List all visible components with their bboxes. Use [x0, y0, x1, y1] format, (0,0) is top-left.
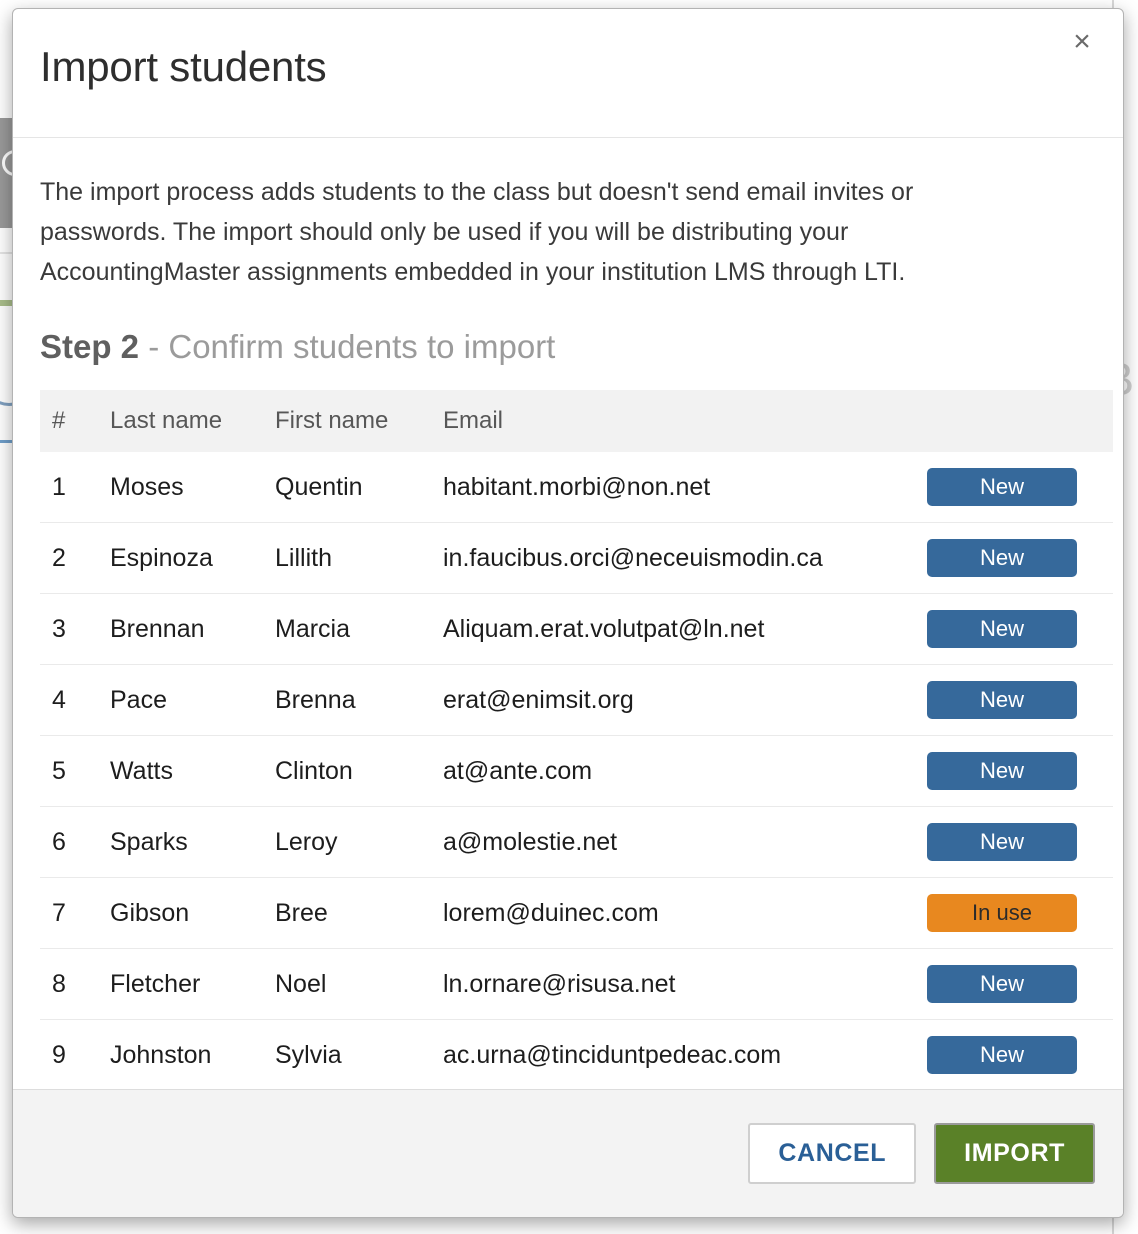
step-description: - Confirm students to import: [139, 328, 556, 365]
cell-email: at@ante.com: [443, 735, 913, 807]
table-row: 5 Watts Clinton at@ante.com New: [40, 735, 1113, 807]
table-row: 7 Gibson Bree lorem@duinec.com In use: [40, 877, 1113, 949]
table-row: 6 Sparks Leroy a@molestie.net New: [40, 806, 1113, 878]
cell-num: 8: [40, 948, 110, 1020]
modal-footer: CANCEL IMPORT: [13, 1089, 1123, 1217]
cell-last: Moses: [110, 452, 275, 523]
status-badge[interactable]: New: [927, 610, 1077, 648]
cell-last: Fletcher: [110, 948, 275, 1020]
table-row: 1 Moses Quentin habitant.morbi@non.net New: [40, 452, 1113, 523]
page-title: Import students: [40, 43, 327, 90]
cell-first: Quentin: [275, 452, 443, 523]
status-badge[interactable]: In use: [927, 894, 1077, 932]
cell-num: 5: [40, 735, 110, 807]
table-body: 1 Moses Quentin habitant.morbi@non.net New 2 E…: [40, 452, 1113, 1089]
table-row: 3 Brennan Marcia Aliquam.erat.volutpat@ln.n…: [40, 593, 1113, 665]
column-header-status: [913, 390, 1113, 452]
cell-last: Johnston: [110, 1019, 275, 1089]
import-students-modal: Import students × The import process add…: [12, 8, 1124, 1218]
intro-paragraph: The import process adds students to the …: [40, 178, 914, 286]
step-number: Step 2: [40, 328, 140, 365]
cell-num: 2: [40, 522, 110, 594]
cell-first: Sylvia: [275, 1019, 443, 1089]
cell-email: habitant.morbi@non.net: [443, 452, 913, 523]
cell-status: New: [913, 1019, 1113, 1089]
import-button[interactable]: IMPORT: [934, 1123, 1095, 1184]
table-header-row: # Last name First name Email: [40, 390, 1113, 452]
cell-first: Lillith: [275, 522, 443, 594]
status-badge[interactable]: New: [927, 681, 1077, 719]
cancel-button[interactable]: CANCEL: [748, 1123, 917, 1184]
table-row: 4 Pace Brenna erat@enimsit.org New: [40, 664, 1113, 736]
cell-email: erat@enimsit.org: [443, 664, 913, 736]
cell-status: New: [913, 948, 1113, 1020]
table-row: 9 Johnston Sylvia ac.urna@tinciduntpedeac.c…: [40, 1019, 1113, 1089]
cell-status: New: [913, 452, 1113, 523]
cell-last: Sparks: [110, 806, 275, 878]
status-badge[interactable]: New: [927, 1036, 1077, 1074]
cell-last: Pace: [110, 664, 275, 736]
cell-status: New: [913, 522, 1113, 594]
cell-num: 4: [40, 664, 110, 736]
cell-last: Espinoza: [110, 522, 275, 594]
table-row: 2 Espinoza Lillith in.faucibus.orci@neceuis…: [40, 522, 1113, 594]
cell-first: Clinton: [275, 735, 443, 807]
status-badge[interactable]: New: [927, 965, 1077, 1003]
cell-last: Gibson: [110, 877, 275, 949]
cell-num: 6: [40, 806, 110, 878]
cell-email: ln.ornare@risusa.net: [443, 948, 913, 1020]
cell-status: In use: [913, 877, 1113, 949]
step-heading: Step 2 - Confirm students to import: [40, 328, 1096, 366]
status-badge[interactable]: New: [927, 468, 1077, 506]
cell-num: 9: [40, 1019, 110, 1089]
cell-status: New: [913, 735, 1113, 807]
table-header: # Last name First name Email: [40, 390, 1113, 452]
students-table: # Last name First name Email 1 Moses Quent…: [40, 390, 1113, 1089]
cell-status: New: [913, 664, 1113, 736]
cell-email: a@molestie.net: [443, 806, 913, 878]
modal-header: Import students ×: [13, 9, 1123, 138]
column-header-email: Email: [443, 390, 913, 452]
cell-last: Watts: [110, 735, 275, 807]
cell-num: 7: [40, 877, 110, 949]
status-badge[interactable]: New: [927, 539, 1077, 577]
cell-first: Noel: [275, 948, 443, 1020]
cell-first: Leroy: [275, 806, 443, 878]
cell-num: 1: [40, 452, 110, 523]
close-icon[interactable]: ×: [1065, 25, 1099, 59]
cell-status: New: [913, 593, 1113, 665]
column-header-num: #: [40, 390, 110, 452]
column-header-first: First name: [275, 390, 443, 452]
cell-first: Bree: [275, 877, 443, 949]
cell-email: in.faucibus.orci@neceuismodin.ca: [443, 522, 913, 594]
cell-email: lorem@duinec.com: [443, 877, 913, 949]
cell-status: New: [913, 806, 1113, 878]
cell-email: Aliquam.erat.volutpat@ln.net: [443, 593, 913, 665]
cell-email: ac.urna@tinciduntpedeac.com: [443, 1019, 913, 1089]
table-row: 8 Fletcher Noel ln.ornare@risusa.net New: [40, 948, 1113, 1020]
cell-num: 3: [40, 593, 110, 665]
column-header-last: Last name: [110, 390, 275, 452]
modal-body: The import process adds students to the …: [13, 138, 1123, 1089]
status-badge[interactable]: New: [927, 823, 1077, 861]
cell-last: Brennan: [110, 593, 275, 665]
status-badge[interactable]: New: [927, 752, 1077, 790]
cell-first: Brenna: [275, 664, 443, 736]
cell-first: Marcia: [275, 593, 443, 665]
